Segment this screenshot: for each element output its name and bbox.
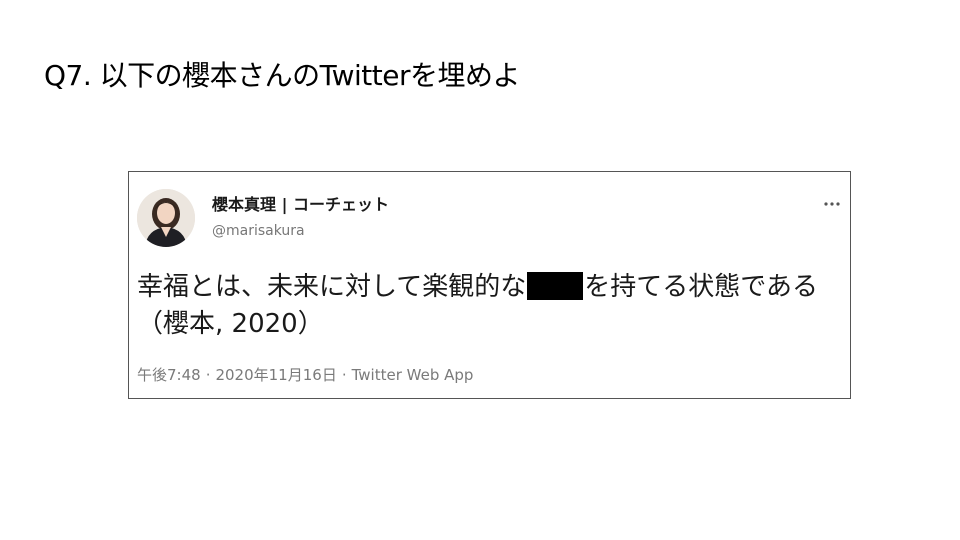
tweet-text-before: 幸福とは、未来に対して楽観的な	[137, 272, 527, 302]
tweet-source[interactable]: Twitter Web App	[352, 366, 474, 384]
display-name[interactable]: 櫻本真理 | コーチェット	[212, 195, 389, 215]
tweet-time[interactable]: 午後7:48	[137, 366, 201, 384]
tweet-meta: 午後7:48 · 2020年11月16日 · Twitter Web App	[137, 365, 473, 385]
slide-title: Q7. 以下の櫻本さんのTwitterを埋めよ	[44, 59, 521, 92]
more-horizontal-icon[interactable]	[822, 194, 842, 206]
meta-separator: ·	[205, 366, 211, 384]
profile-photo-icon	[137, 189, 195, 247]
tweet-card: 櫻本真理 | コーチェット @marisakura 幸福とは、未来に対して楽観的…	[128, 171, 851, 399]
tweet-text: 幸福とは、未来に対して楽観的な を持てる状態である（櫻本, 2020）	[137, 269, 837, 343]
tweet-date[interactable]: 2020年11月16日	[215, 366, 336, 384]
meta-separator: ·	[341, 366, 347, 384]
user-handle[interactable]: @marisakura	[212, 222, 305, 240]
redaction-box	[527, 272, 584, 300]
avatar[interactable]	[137, 189, 195, 247]
